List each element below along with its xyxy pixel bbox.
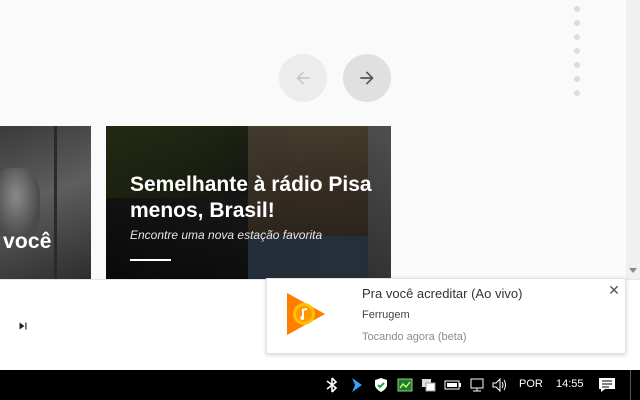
- main-content: você Semelhante à rádio Pisa menos, Bras…: [0, 0, 626, 279]
- input-language[interactable]: POR: [519, 378, 543, 390]
- station-card-previous[interactable]: você: [0, 126, 91, 279]
- battery-icon[interactable]: [444, 376, 462, 394]
- station-card-title: Semelhante à rádio Pisa menos, Brasil!: [130, 173, 372, 222]
- monitor-app-icon[interactable]: [396, 376, 414, 394]
- card-underline: [130, 259, 171, 261]
- skip-next-button[interactable]: [14, 318, 32, 334]
- carousel-previous-button[interactable]: [279, 54, 327, 102]
- system-clock[interactable]: 14:55: [556, 378, 584, 390]
- scroll-down-icon[interactable]: [629, 268, 637, 273]
- network-icon[interactable]: [468, 376, 486, 394]
- bluetooth-icon[interactable]: [323, 376, 341, 394]
- arrow-right-icon: [360, 71, 374, 85]
- carousel-next-button[interactable]: [343, 54, 391, 102]
- skip-next-icon: [19, 322, 27, 330]
- arrow-left-icon: [296, 71, 310, 85]
- station-card-similar-radio[interactable]: Semelhante à rádio Pisa menos, Brasil! E…: [106, 126, 391, 279]
- taskbar: POR 14:55: [0, 370, 640, 400]
- close-notification-button[interactable]: ✕: [605, 281, 623, 299]
- notification-status: Tocando agora (beta): [362, 331, 467, 343]
- more-options-icon[interactable]: [572, 6, 582, 96]
- page-scrollbar[interactable]: [626, 0, 640, 279]
- notification-track-title: Pra você acreditar (Ao vivo): [362, 286, 523, 301]
- copy-windows-icon[interactable]: [420, 376, 438, 394]
- action-center-icon: [599, 378, 615, 392]
- notification-artist: Ferrugem: [362, 309, 410, 321]
- station-card-label: você: [3, 230, 52, 253]
- show-desktop-button[interactable]: [630, 370, 631, 400]
- close-icon: ✕: [608, 281, 620, 298]
- artist-photo: [0, 168, 40, 238]
- security-shield-icon[interactable]: [372, 376, 390, 394]
- google-play-music-icon: [287, 293, 325, 335]
- volume-icon[interactable]: [491, 376, 509, 394]
- action-center-button[interactable]: [596, 375, 618, 395]
- now-playing-notification[interactable]: Pra você acreditar (Ao vivo) Ferrugem To…: [266, 278, 626, 354]
- station-card-subtitle: Encontre uma nova estação favorita: [130, 228, 323, 242]
- media-arrow-icon[interactable]: [348, 376, 366, 394]
